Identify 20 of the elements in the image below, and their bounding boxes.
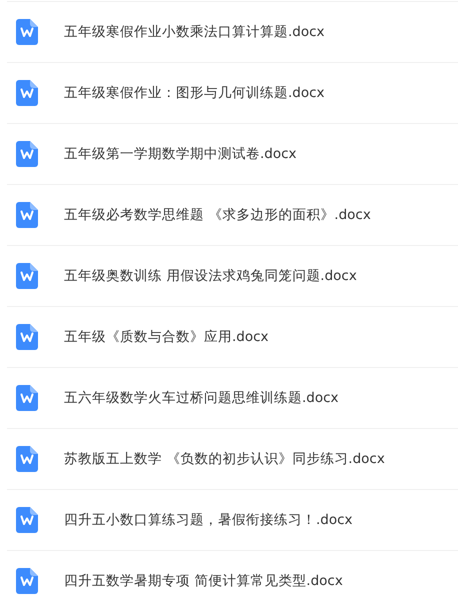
file-name-link[interactable]: 五年级奥数训练 用假设法求鸡兔同笼问题.docx xyxy=(64,266,357,286)
file-name-link[interactable]: 四升五数学暑期专项 简便计算常见类型.docx xyxy=(64,570,343,592)
word-file-icon xyxy=(16,507,38,533)
word-file-icon xyxy=(16,446,38,472)
file-name-link[interactable]: 五年级第一学期数学期中测试卷.docx xyxy=(64,144,297,164)
word-file-icon xyxy=(16,141,38,167)
file-name-link[interactable]: 五年级必考数学思维题 《求多边形的面积》.docx xyxy=(64,204,371,226)
word-file-icon xyxy=(16,324,38,350)
word-file-icon xyxy=(16,19,38,45)
word-file-icon xyxy=(16,385,38,411)
file-name-link[interactable]: 苏教版五上数学 《负数的初步认识》同步练习.docx xyxy=(64,448,385,470)
file-name-link[interactable]: 四升五小数口算练习题，暑假衔接练习！.docx xyxy=(64,510,353,530)
file-name-link[interactable]: 五年级寒假作业：图形与几何训练题.docx xyxy=(64,82,325,104)
file-name-link[interactable]: 五六年级数学火车过桥问题思维训练题.docx xyxy=(64,388,339,408)
file-name-link[interactable]: 五年级寒假作业小数乘法口算计算题.docx xyxy=(64,22,325,42)
word-file-icon xyxy=(16,568,38,594)
word-file-icon xyxy=(16,202,38,228)
word-file-icon xyxy=(16,80,38,106)
file-name-link[interactable]: 五年级《质数与合数》应用.docx xyxy=(64,326,269,348)
word-file-icon xyxy=(16,263,38,289)
